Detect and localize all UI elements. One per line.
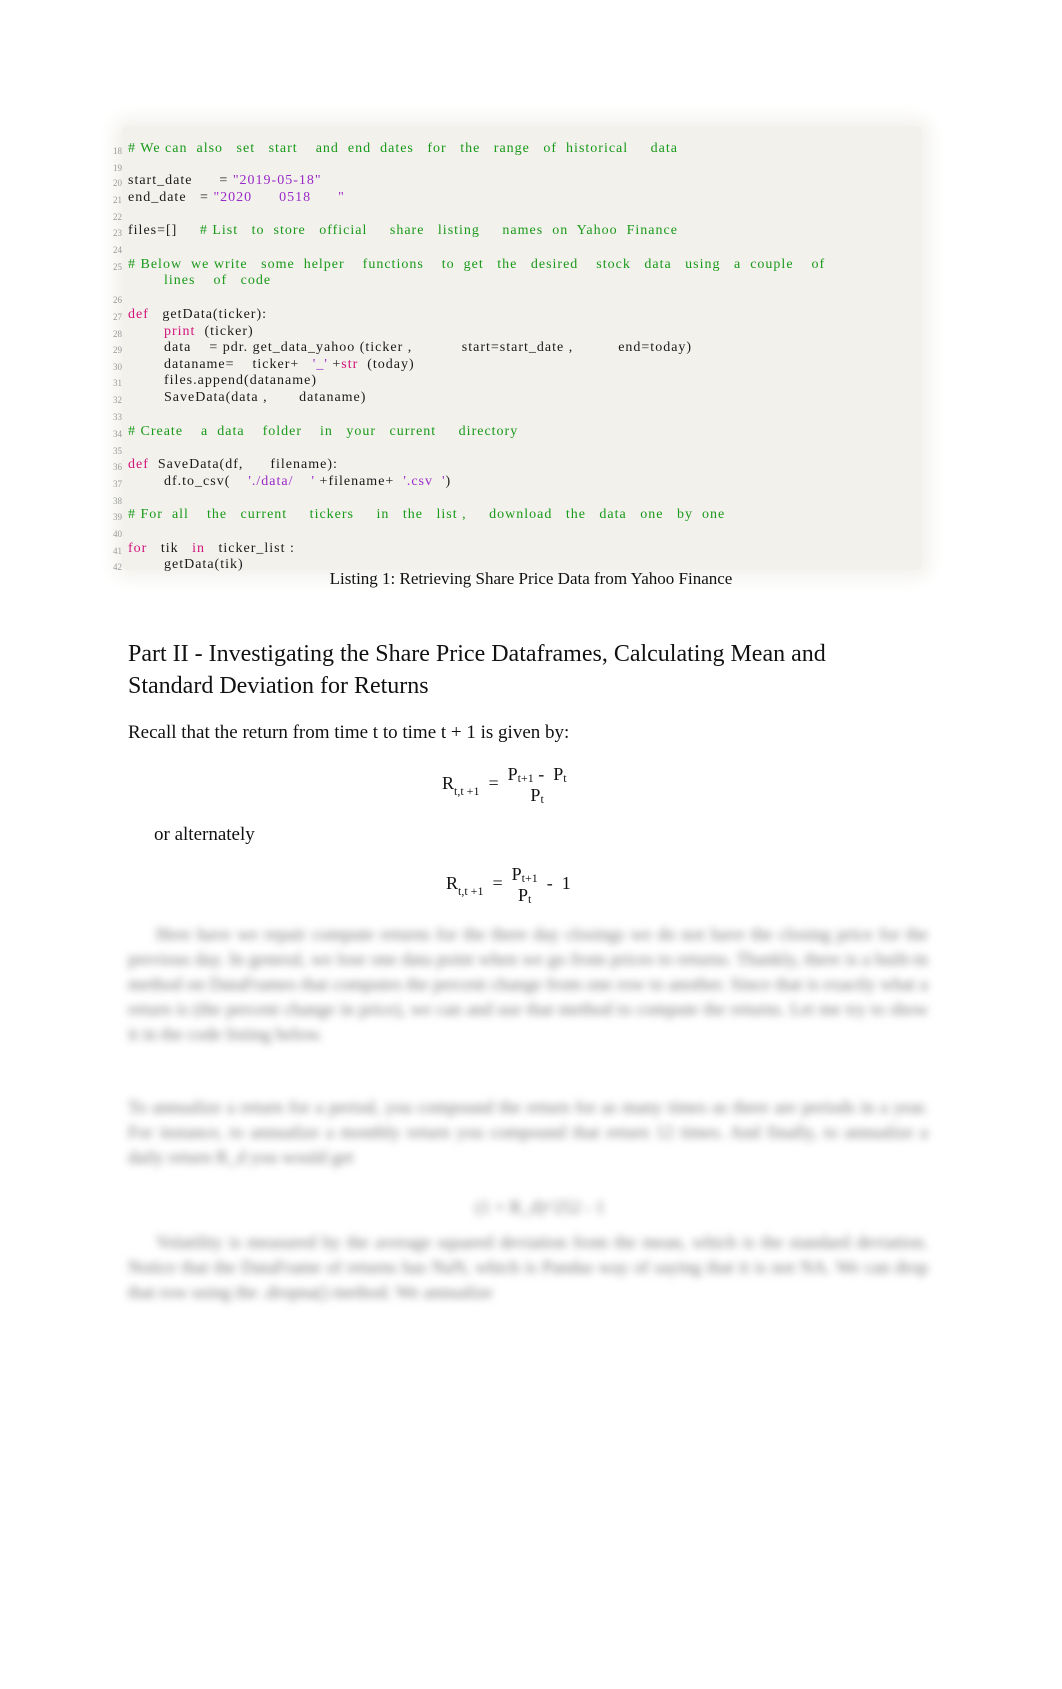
- code-comment: # For all the current tickers in the lis…: [128, 507, 726, 522]
- listing-caption: Listing 1: Retrieving Share Price Data f…: [329, 569, 733, 588]
- blurred-formula: (1 + R_d)^252 - 1: [475, 1197, 605, 1217]
- code-line: 27 def getData(ticker):: [113, 306, 268, 323]
- code-text: dataname= ticker+: [164, 357, 313, 372]
- code-text: end_date =: [128, 190, 214, 205]
- code-comment: # Create a data folder in your current d…: [128, 424, 519, 439]
- code-line: 20 start_date = "2019-05-18": [113, 172, 322, 189]
- code-text: files=[]: [128, 223, 200, 238]
- line-number: 31: [113, 378, 122, 388]
- line-number: 34: [113, 429, 122, 439]
- code-text: ): [445, 474, 452, 489]
- code-line: 25 # Below we write some helper functions…: [113, 256, 826, 273]
- section-heading: Part II - Investigating the Share Price …: [128, 641, 826, 699]
- formula-alt-fraction: Pt+1 Pt: [512, 864, 538, 906]
- line-number: 26: [113, 295, 122, 305]
- code-string: '.csv ': [403, 474, 446, 489]
- code-text: (today): [358, 357, 415, 372]
- code-line: 36 def SaveData(df, filename):: [113, 456, 338, 473]
- blurred-paragraph-3: Volatility is measured by the average sq…: [128, 1232, 928, 1302]
- line-number: 29: [113, 345, 122, 355]
- code-string: '_': [312, 357, 328, 372]
- formula-denominator: Pt: [530, 785, 544, 806]
- code-keyword: def: [128, 457, 149, 472]
- code-line: 32 SaveData(data , dataname): [113, 389, 367, 406]
- code-line: lines of code: [128, 272, 271, 289]
- code-keyword: in: [192, 541, 205, 556]
- line-number: 18: [113, 146, 122, 156]
- formula-alt-equals: =: [492, 873, 503, 894]
- line-number: 30: [113, 362, 122, 372]
- formula-alt-lhs-sub: t,t +1: [458, 884, 484, 899]
- code-text: (ticker): [195, 324, 254, 339]
- code-line: 34 # Create a data folder in your current…: [113, 423, 519, 440]
- code-text: SaveData(df, filename):: [148, 457, 338, 472]
- line-number: 24: [113, 245, 122, 255]
- line-number: 35: [113, 446, 122, 456]
- code-string: "2019-05-18": [232, 173, 322, 188]
- return-formula: Rt,t +1 = Pt+1 - Pt Pt: [442, 764, 567, 806]
- line-number: 37: [113, 479, 122, 489]
- code-comment: # List to store official share listing n…: [199, 223, 678, 238]
- code-string: './data/ ': [248, 474, 316, 489]
- formula-alt-lhs: R: [446, 873, 459, 894]
- formula-alt-numerator: Pt+1: [511, 864, 538, 885]
- code-string: "2020 0518 ": [213, 190, 345, 205]
- code-text: tik: [147, 541, 193, 556]
- code-line: 23 files=[] # List to store official shar…: [113, 222, 678, 239]
- code-comment: lines of code: [164, 273, 272, 288]
- code-keyword: for: [128, 541, 148, 556]
- line-number: 28: [113, 329, 122, 339]
- alternately-text: or alternately: [154, 824, 255, 845]
- code-comment: # We can also set start and end dates fo…: [128, 141, 678, 156]
- code-line: 39 # For all the current tickers in the l…: [113, 506, 726, 523]
- code-text: ticker_list :: [205, 541, 295, 556]
- formula-fraction: Pt+1 - Pt Pt: [508, 764, 567, 806]
- code-comment: # Below we write some helper functions t…: [128, 257, 826, 272]
- code-text: data = pdr. get_data_yahoo (ticker , sta…: [164, 340, 693, 355]
- code-line: 31 files.append(dataname): [113, 372, 317, 389]
- page-number: [515, 1348, 545, 1373]
- formula-alt-minus: -: [546, 873, 553, 894]
- formula-equals: =: [488, 773, 499, 794]
- code-line: 41 for tik in ticker_list :: [113, 540, 295, 557]
- code-line: 28 print (ticker): [113, 323, 254, 340]
- code-text: +filename+: [315, 474, 404, 489]
- formula-lhs: R: [442, 773, 455, 794]
- formula-alt-one: 1: [561, 873, 571, 894]
- formula-numerator: Pt+1 - Pt: [507, 764, 567, 785]
- line-number: 25: [113, 262, 122, 272]
- code-keyword: def: [128, 307, 149, 322]
- code-text: SaveData(data , dataname): [164, 390, 367, 405]
- code-text: df.to_csv(: [164, 474, 249, 489]
- line-number: 22: [113, 212, 122, 222]
- line-number: 38: [113, 496, 122, 506]
- blurred-paragraph-1: Here have we repair compute returns for …: [128, 924, 928, 1044]
- code-keyword: print: [164, 324, 196, 339]
- code-text: getData(ticker):: [148, 307, 268, 322]
- blurred-paragraph-2: To annualize a return for a period, you …: [128, 1097, 928, 1167]
- line-number: 27: [113, 312, 122, 322]
- line-number: 32: [113, 395, 122, 405]
- line-number: 23: [113, 228, 122, 238]
- code-text: files.append(dataname): [164, 373, 317, 388]
- line-number: 33: [113, 412, 122, 422]
- line-number: 39: [113, 512, 122, 522]
- code-line: 30 dataname= ticker+ '_' +str (today): [113, 356, 415, 373]
- code-line: 37 df.to_csv( './data/ ' +filename+ '.csv…: [113, 473, 452, 490]
- line-number: 41: [113, 546, 122, 556]
- formula-alt-denominator: Pt: [517, 885, 532, 906]
- line-number: 40: [113, 529, 122, 539]
- line-number: 36: [113, 462, 122, 472]
- code-line: 21 end_date = "2020 0518 ": [113, 189, 345, 206]
- return-formula-alt: Rt,t +1 = Pt+1 Pt - 1: [446, 864, 571, 906]
- code-text: +: [327, 357, 342, 372]
- line-number: 21: [113, 195, 122, 205]
- code-line: 29 data = pdr. get_data_yahoo (ticker , s…: [113, 339, 693, 356]
- line-number: 20: [113, 178, 122, 188]
- formula-lhs-sub: t,t +1: [454, 784, 480, 799]
- recall-text: Recall that the return from time t to ti…: [128, 722, 570, 743]
- code-line: 18 # We can also set start and end dates …: [113, 140, 678, 157]
- code-text: start_date =: [128, 173, 233, 188]
- code-keyword: str: [341, 357, 359, 372]
